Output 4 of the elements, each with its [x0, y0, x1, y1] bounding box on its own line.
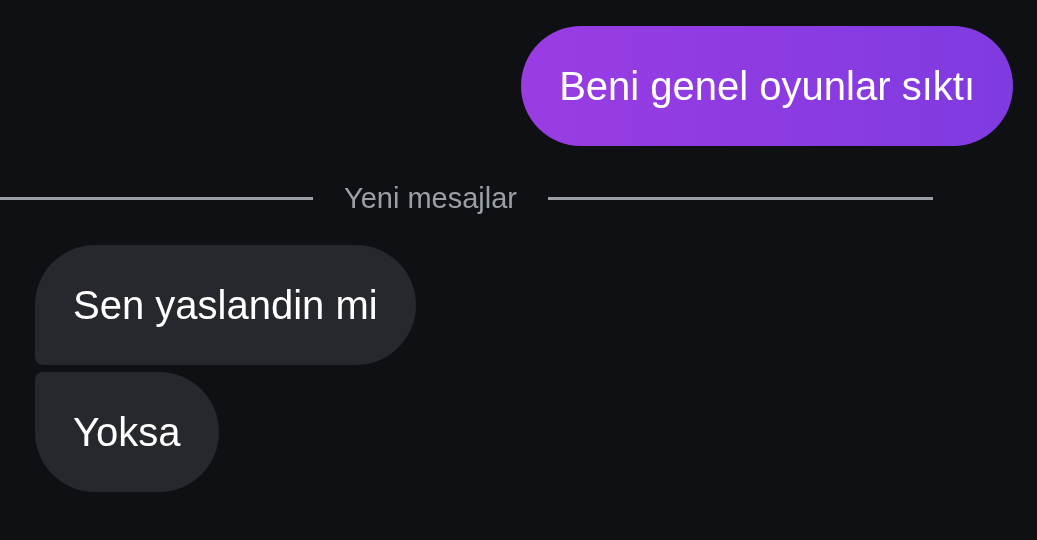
received-message-bubble: Yoksa — [35, 372, 219, 492]
new-messages-label: Yeni mesajlar — [343, 181, 519, 215]
sent-message-bubble: Beni genel oyunlar sıktı — [521, 26, 1013, 146]
received-message-bubble: Sen yaslandin mi — [35, 245, 416, 365]
